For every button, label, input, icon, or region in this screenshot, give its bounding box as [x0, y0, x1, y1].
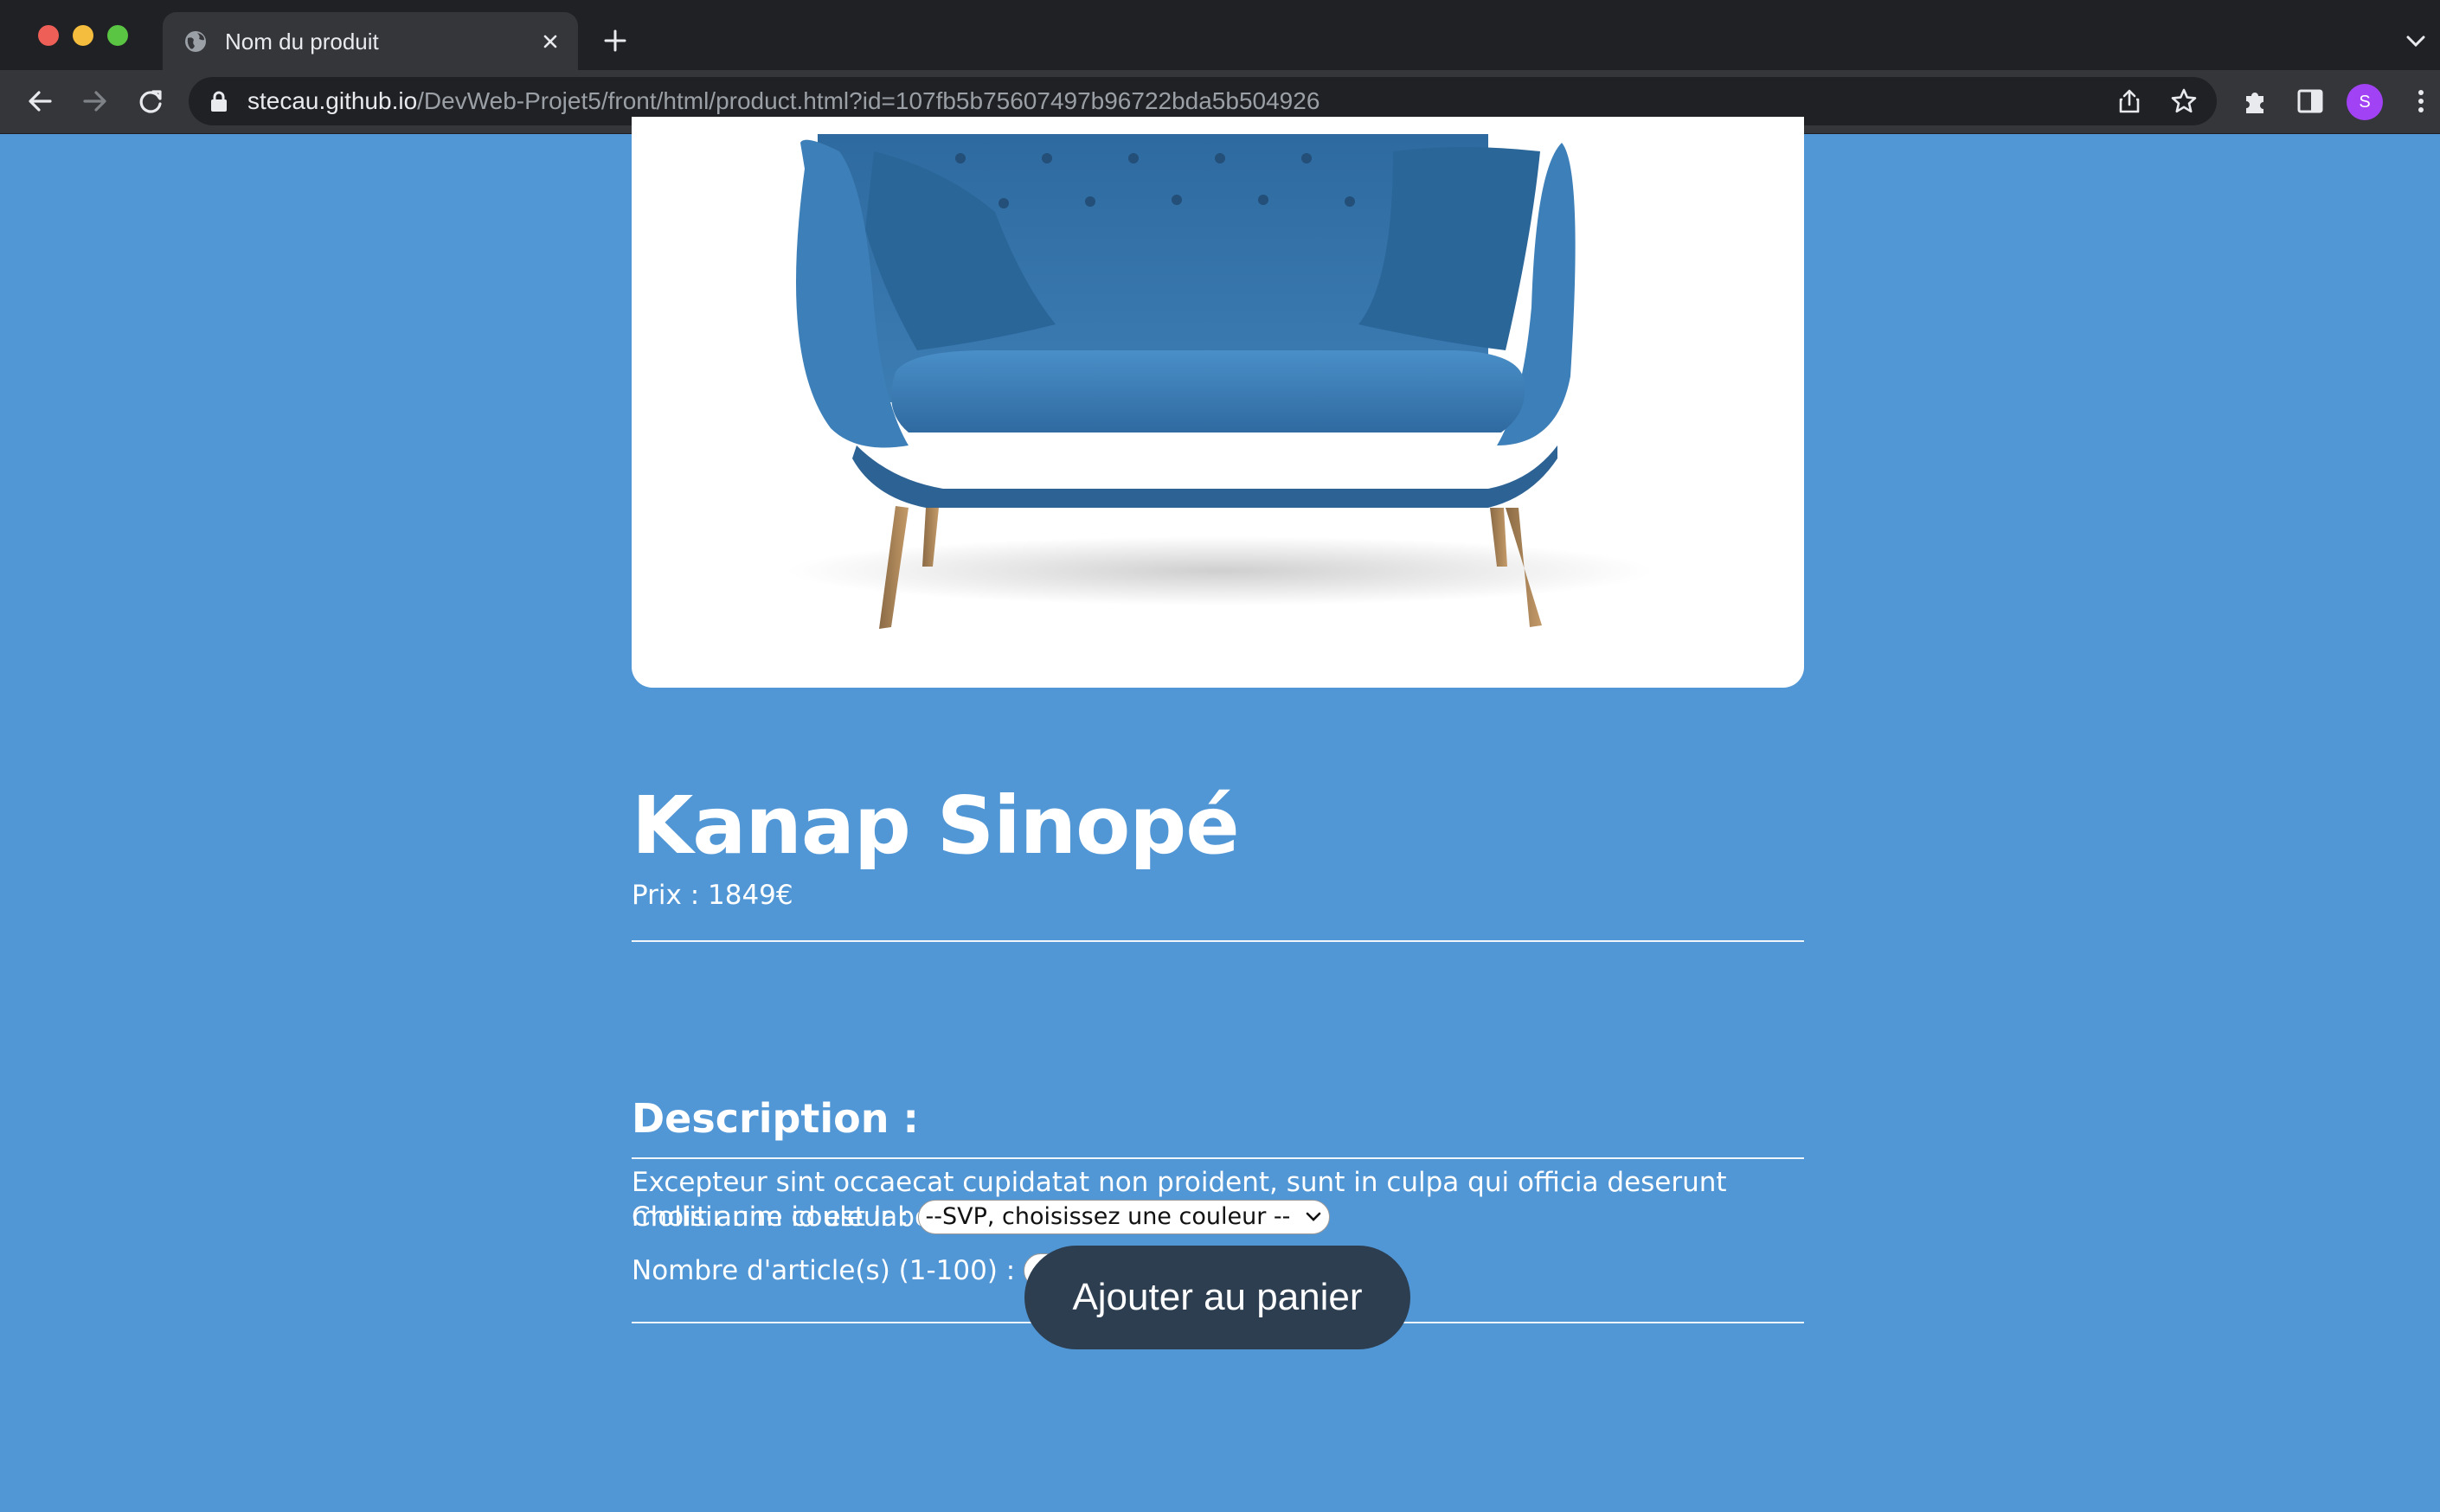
- product-price: Prix : 1849€: [632, 880, 793, 911]
- lock-icon[interactable]: [209, 90, 228, 112]
- back-arrow-icon[interactable]: [24, 86, 55, 117]
- chevron-down-icon[interactable]: [2404, 31, 2428, 52]
- close-window-button[interactable]: [38, 25, 59, 46]
- add-to-cart-button[interactable]: Ajouter au panier: [1024, 1246, 1410, 1349]
- plus-icon[interactable]: [602, 28, 628, 54]
- maximize-window-button[interactable]: [107, 25, 128, 46]
- forward-arrow-icon[interactable]: [80, 86, 111, 117]
- page-viewport: Kanap Sinopé Prix : 1849€ Description : …: [0, 117, 2440, 1512]
- divider: [632, 1157, 1804, 1159]
- tab-title: Nom du produit: [225, 29, 379, 54]
- avatar[interactable]: S: [2347, 84, 2383, 120]
- url-path: /DevWeb-Projet5/front/html/product.html?…: [417, 87, 1320, 114]
- sofa-image: [787, 134, 1653, 629]
- chevron-down-icon: [1306, 1212, 1320, 1221]
- browser-tab-strip: Nom du produit: [0, 0, 2440, 70]
- color-select-value: --SVP, choisissez une couleur --: [925, 1203, 1291, 1230]
- url-text[interactable]: stecau.github.io/DevWeb-Projet5/front/ht…: [247, 87, 1320, 115]
- color-select[interactable]: --SVP, choisissez une couleur --: [917, 1200, 1330, 1234]
- divider: [632, 940, 1804, 942]
- description-heading: Description :: [632, 1095, 919, 1142]
- star-icon[interactable]: [2170, 87, 2198, 115]
- share-icon[interactable]: [2116, 88, 2142, 114]
- quantity-label: Nombre d'article(s) (1-100) :: [632, 1255, 1016, 1286]
- url-host: stecau.github.io: [247, 87, 418, 114]
- color-label: Choisir une couleur :: [632, 1201, 909, 1233]
- product-title: Kanap Sinopé: [632, 779, 1240, 872]
- minimize-window-button[interactable]: [73, 25, 93, 46]
- browser-tab[interactable]: Nom du produit: [163, 12, 578, 70]
- color-option-row: Choisir une couleur : --SVP, choisissez …: [632, 1198, 1330, 1236]
- product-image: [632, 117, 1804, 688]
- puzzle-icon[interactable]: [2239, 86, 2270, 117]
- reload-icon[interactable]: [135, 86, 166, 117]
- more-vert-icon[interactable]: [2405, 86, 2437, 117]
- side-panel-icon[interactable]: [2295, 86, 2326, 117]
- globe-icon: [185, 31, 206, 52]
- close-icon[interactable]: [538, 29, 562, 54]
